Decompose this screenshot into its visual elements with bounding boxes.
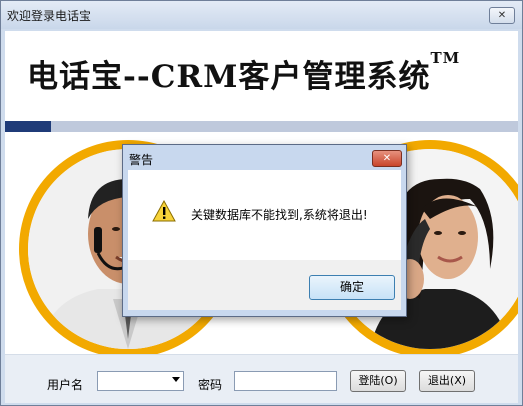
- username-label: 用户名: [47, 378, 84, 392]
- close-icon: ✕: [382, 153, 392, 164]
- login-bar: 用户名 密码 登陆(O) 退出(X): [5, 354, 518, 403]
- password-field[interactable]: [234, 371, 337, 391]
- window-title: 欢迎登录电话宝: [7, 9, 92, 23]
- dialog-close-button[interactable]: ✕: [372, 150, 402, 167]
- warning-dialog: 警告 ✕ 关键数据库不能找到,系统将退出! 确定: [122, 144, 407, 317]
- banner-stripe: [5, 121, 518, 132]
- password-label: 密码: [198, 378, 223, 392]
- chevron-down-icon[interactable]: [172, 377, 180, 382]
- title-bar[interactable]: 欢迎登录电话宝 ✕: [1, 1, 522, 29]
- dialog-title: 警告: [129, 153, 154, 167]
- banner-stripe-accent: [5, 121, 51, 132]
- dialog-message: 关键数据库不能找到,系统将退出!: [191, 208, 368, 222]
- banner-title: 电话宝--CRM客户管理系统TM: [27, 49, 461, 95]
- banner: 电话宝--CRM客户管理系统TM: [5, 31, 518, 117]
- username-combobox[interactable]: [97, 371, 184, 391]
- close-icon: ✕: [497, 10, 507, 21]
- exit-button[interactable]: 退出(X): [419, 370, 475, 392]
- login-button[interactable]: 登陆(O): [350, 370, 406, 392]
- ok-button[interactable]: 确定: [309, 275, 395, 300]
- dialog-footer: 确定: [128, 260, 401, 310]
- window-close-button[interactable]: ✕: [489, 7, 515, 24]
- dialog-body: 关键数据库不能找到,系统将退出! 确定: [128, 170, 401, 310]
- warning-icon: [152, 200, 176, 222]
- trademark: TM: [430, 49, 461, 67]
